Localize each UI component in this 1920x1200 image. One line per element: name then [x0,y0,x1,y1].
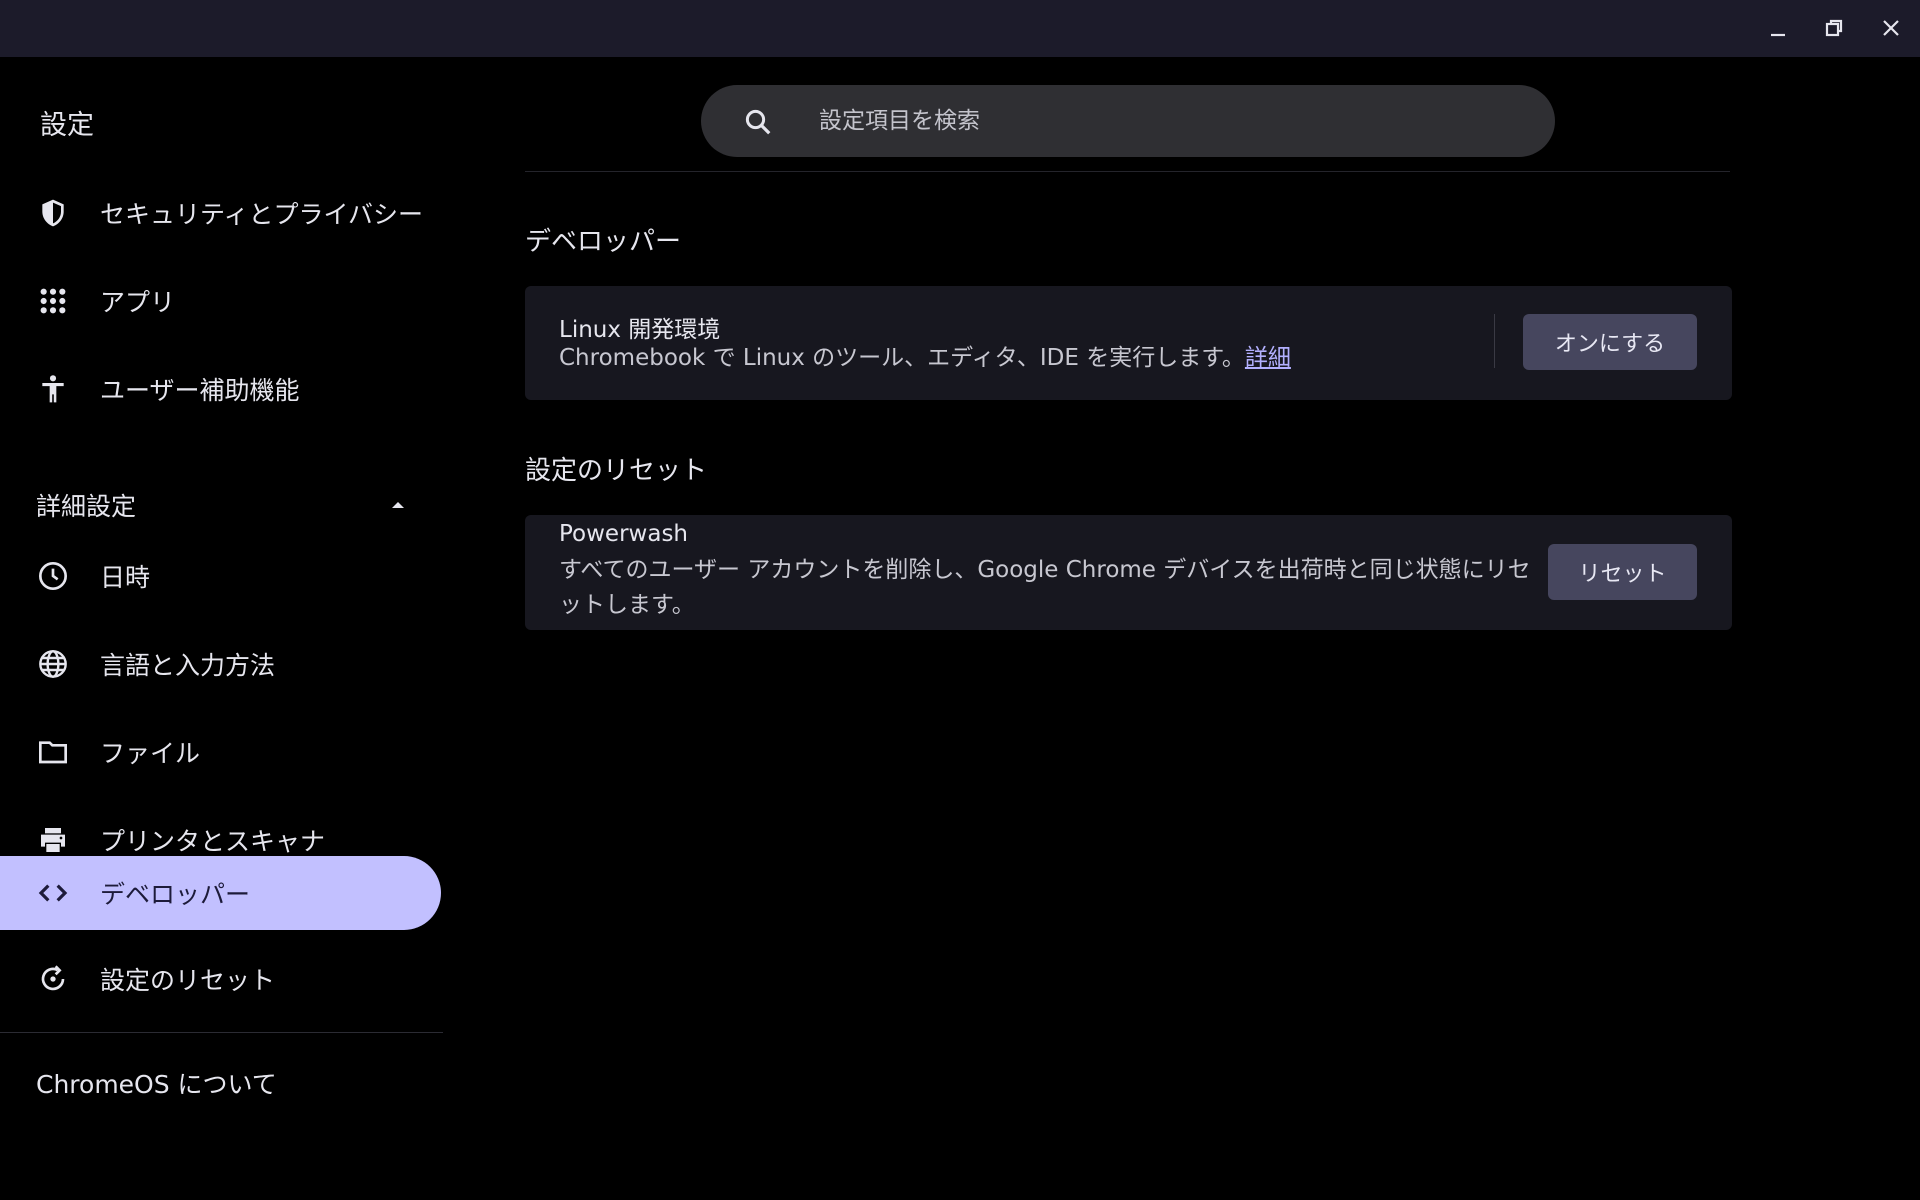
sidebar-item-label: アプリ [100,288,176,317]
developer-section-title: デベロッパー [525,227,682,257]
sidebar-item-label: プリンタとスキャナ [100,827,326,856]
sidebar-item-accessibility[interactable]: ユーザー補助機能 [0,352,441,426]
top-divider [525,171,1730,172]
turn-on-linux-button[interactable]: オンにする [1523,314,1697,370]
printer-icon [37,824,69,856]
code-icon [37,877,69,909]
powerwash-card: Powerwash すべてのユーザー アカウントを削除し、Google Chro… [525,515,1732,630]
app-title: 設定 [40,110,94,141]
accessibility-icon [37,373,69,405]
about-chromeos-link[interactable]: ChromeOS について [36,1065,277,1101]
linux-card: Linux 開発環境 Chromebook で Linux のツール、エディタ、… [525,286,1732,400]
title-bar [0,0,1920,57]
caret-up-icon [392,502,404,508]
sidebar-item-label: ファイル [100,739,201,768]
restore-icon [1825,19,1843,37]
sidebar-item-label: 言語と入力方法 [100,651,276,680]
advanced-section-label: 詳細設定 [36,492,137,521]
sidebar-item-label: デベロッパー [100,880,251,909]
powerwash-description: すべてのユーザー アカウントを削除し、Google Chrome デバイスを出荷… [559,557,1531,618]
minimize-icon [1771,33,1785,37]
sidebar-item-label: セキュリティとプライバシー [100,200,424,229]
sidebar-item-apps[interactable]: アプリ [0,264,441,338]
sidebar-item-date-time[interactable]: 日時 [0,539,441,613]
linux-description-text: Chromebook で Linux のツール、エディタ、IDE を実行します。 [559,345,1245,371]
sidebar-item-files[interactable]: ファイル [0,715,441,789]
advanced-section-toggle[interactable]: 詳細設定 [0,473,441,533]
sidebar-item-security-privacy[interactable]: セキュリティとプライバシー [0,176,441,250]
sidebar-item-developers[interactable]: デベロッパー [0,856,441,930]
powerwash-title: Powerwash [559,521,689,547]
reset-section-title: 設定のリセット [525,456,708,486]
linux-learn-more-link[interactable]: 詳細 [1245,345,1291,371]
linux-title: Linux 開発環境 [559,317,721,343]
search-icon [745,109,771,135]
clock-icon [37,560,69,592]
search-box[interactable] [701,85,1555,157]
restore-button[interactable] [1814,8,1854,48]
vertical-separator [1494,314,1495,368]
sidebar-item-reset-settings[interactable]: 設定のリセット [0,942,441,1016]
minimize-button[interactable] [1758,8,1798,48]
sidebar-item-label: ユーザー補助機能 [100,376,300,405]
sidebar-item-languages[interactable]: 言語と入力方法 [0,627,441,701]
linux-description: Chromebook で Linux のツール、エディタ、IDE を実行します。… [559,341,1489,376]
globe-icon [37,648,69,680]
close-icon [1883,20,1899,36]
reset-button[interactable]: リセット [1548,544,1697,600]
shield-icon [37,197,69,229]
sidebar-divider [0,1032,443,1033]
sidebar: 設定 セキュリティとプライバシー アプリ ユーザー補助機能 詳細設定 日時 言語… [0,57,445,1200]
folder-icon [37,736,69,768]
sidebar-item-label: 日時 [100,563,151,592]
close-button[interactable] [1871,8,1911,48]
sidebar-item-label: 設定のリセット [100,966,276,995]
search-input[interactable] [817,85,1517,157]
apps-grid-icon [37,285,69,317]
reset-icon [37,963,69,995]
